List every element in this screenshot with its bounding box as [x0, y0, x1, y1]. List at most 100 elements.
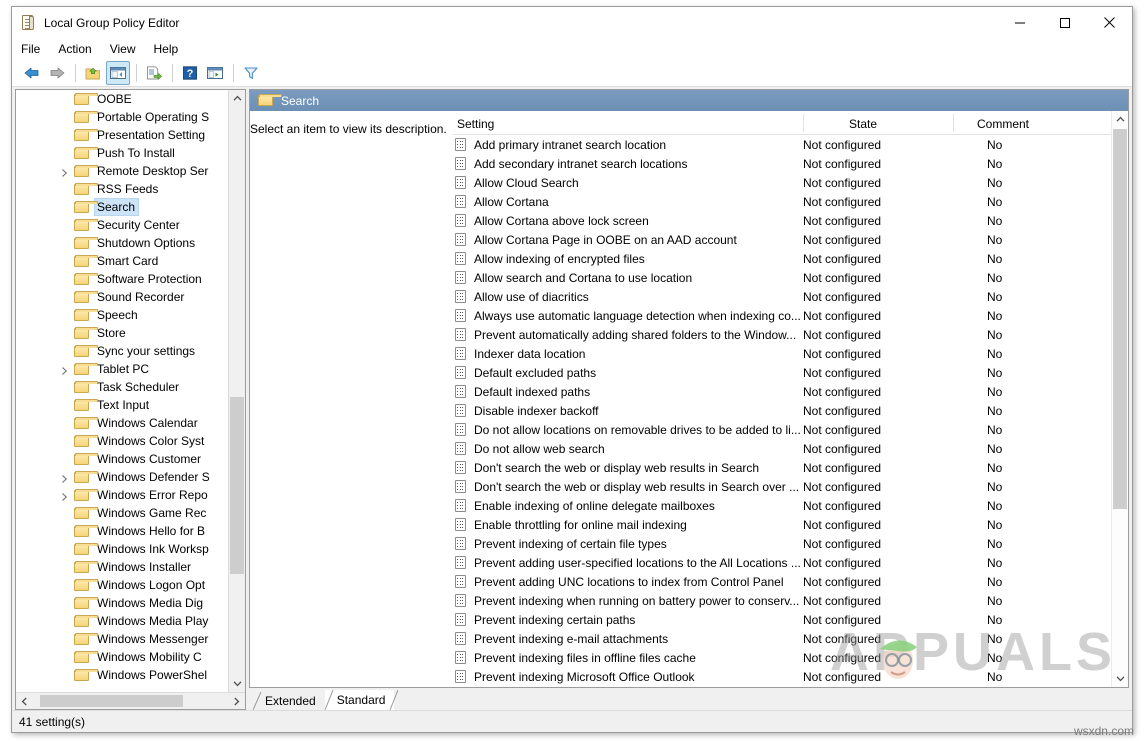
table-row[interactable]: Allow indexing of encrypted filesNot con…: [453, 249, 1128, 268]
tree-scroll-up-button[interactable]: [229, 90, 245, 107]
chevron-right-icon[interactable]: [60, 167, 69, 176]
table-row[interactable]: Don't search the web or display web resu…: [453, 458, 1128, 477]
settings-scrollbar-thumb[interactable]: [1113, 129, 1127, 509]
show-hide-tree-icon[interactable]: [106, 61, 130, 85]
export-list-icon[interactable]: [142, 61, 166, 85]
tree-scroll-right-button[interactable]: [228, 693, 245, 710]
tree-item[interactable]: Windows Media Play: [16, 612, 228, 630]
table-row[interactable]: Do not allow web searchNot configuredNo: [453, 439, 1128, 458]
tree-item[interactable]: Text Input: [16, 396, 228, 414]
tree-item[interactable]: Windows Color Syst: [16, 432, 228, 450]
tree-item[interactable]: Windows Logon Opt: [16, 576, 228, 594]
menu-item-view[interactable]: View: [110, 42, 146, 56]
tree-item[interactable]: Windows Media Dig: [16, 594, 228, 612]
tree-item[interactable]: Shutdown Options: [16, 234, 228, 252]
tree-hscrollbar-thumb[interactable]: [40, 695, 183, 707]
table-row[interactable]: Default excluded pathsNot configuredNo: [453, 363, 1128, 382]
forward-arrow-icon[interactable]: [45, 61, 69, 85]
tree-item[interactable]: Software Protection: [16, 270, 228, 288]
menu-item-file[interactable]: File: [21, 42, 50, 56]
table-row[interactable]: Default indexed pathsNot configuredNo: [453, 382, 1128, 401]
tree-item[interactable]: Sound Recorder: [16, 288, 228, 306]
table-row[interactable]: Allow search and Cortana to use location…: [453, 268, 1128, 287]
table-row[interactable]: Prevent indexing Microsoft Office Outloo…: [453, 667, 1128, 686]
column-header-comment[interactable]: Comment: [953, 117, 1073, 135]
cell-state: Not configured: [803, 461, 953, 475]
table-row[interactable]: Prevent indexing when running on battery…: [453, 591, 1128, 610]
tree-item[interactable]: OOBE: [16, 90, 228, 108]
tree-item[interactable]: Presentation Setting: [16, 126, 228, 144]
menu-item-help[interactable]: Help: [154, 42, 189, 56]
table-row[interactable]: Prevent indexing e-mail attachmentsNot c…: [453, 629, 1128, 648]
menu-item-action[interactable]: Action: [58, 42, 101, 56]
tree-item[interactable]: Tablet PC: [16, 360, 228, 378]
table-row[interactable]: Prevent indexing of certain file typesNo…: [453, 534, 1128, 553]
tree-item[interactable]: Windows Game Rec: [16, 504, 228, 522]
tree-item[interactable]: Windows Ink Worksp: [16, 540, 228, 558]
table-row[interactable]: Enable throttling for online mail indexi…: [453, 515, 1128, 534]
help-icon[interactable]: ?: [178, 61, 202, 85]
table-row[interactable]: Prevent automatically adding shared fold…: [453, 325, 1128, 344]
tree-item[interactable]: Windows Customer: [16, 450, 228, 468]
table-row[interactable]: Allow Cortana Page in OOBE on an AAD acc…: [453, 230, 1128, 249]
settings-scroll-up-button[interactable]: [1112, 111, 1128, 128]
settings-vertical-scrollbar[interactable]: [1111, 111, 1128, 687]
table-row[interactable]: Prevent adding UNC locations to index fr…: [453, 572, 1128, 591]
back-arrow-icon[interactable]: [20, 61, 44, 85]
tree-item[interactable]: RSS Feeds: [16, 180, 228, 198]
filter-icon[interactable]: [239, 61, 263, 85]
tree-item[interactable]: Search: [16, 198, 228, 216]
tree-item[interactable]: Store: [16, 324, 228, 342]
tree-item[interactable]: Speech: [16, 306, 228, 324]
table-row[interactable]: Prevent adding user-specified locations …: [453, 553, 1128, 572]
table-row[interactable]: Disable indexer backoffNot configuredNo: [453, 401, 1128, 420]
tree-item[interactable]: Task Scheduler: [16, 378, 228, 396]
chevron-right-icon[interactable]: [60, 491, 69, 500]
table-row[interactable]: Indexer data locationNot configuredNo: [453, 344, 1128, 363]
table-row[interactable]: Do not allow locations on removable driv…: [453, 420, 1128, 439]
tree-item[interactable]: Smart Card: [16, 252, 228, 270]
table-row[interactable]: Don't search the web or display web resu…: [453, 477, 1128, 496]
description-text: Select an item to view its description.: [250, 122, 447, 137]
tab-standard[interactable]: Standard: [325, 690, 395, 710]
table-row[interactable]: Always use automatic language detection …: [453, 306, 1128, 325]
table-row[interactable]: Enable indexing of online delegate mailb…: [453, 496, 1128, 515]
table-row[interactable]: Add secondary intranet search locationsN…: [453, 154, 1128, 173]
table-row[interactable]: Allow CortanaNot configuredNo: [453, 192, 1128, 211]
tree-item[interactable]: Windows Calendar: [16, 414, 228, 432]
tree-item[interactable]: Windows Mobility C: [16, 648, 228, 666]
tree-item[interactable]: Windows Installer: [16, 558, 228, 576]
chevron-right-icon[interactable]: [60, 365, 69, 374]
column-header-setting[interactable]: Setting: [453, 117, 803, 135]
tree-item[interactable]: Windows Defender S: [16, 468, 228, 486]
tree-item[interactable]: Windows Hello for B: [16, 522, 228, 540]
table-row[interactable]: Add primary intranet search locationNot …: [453, 135, 1128, 154]
settings-scroll-down-button[interactable]: [1112, 670, 1128, 687]
table-row[interactable]: Allow use of diacriticsNot configuredNo: [453, 287, 1128, 306]
column-header-state[interactable]: State: [803, 117, 953, 135]
table-row[interactable]: Prevent indexing files in offline files …: [453, 648, 1128, 667]
up-folder-icon[interactable]: [81, 61, 105, 85]
tree-item[interactable]: Portable Operating S: [16, 108, 228, 126]
tree-scroll-down-button[interactable]: [229, 675, 245, 692]
tree-item[interactable]: Remote Desktop Ser: [16, 162, 228, 180]
tree-item[interactable]: Push To Install: [16, 144, 228, 162]
table-row[interactable]: Prevent indexing certain pathsNot config…: [453, 610, 1128, 629]
tree-item[interactable]: Windows Messenger: [16, 630, 228, 648]
tab-extended[interactable]: Extended: [253, 692, 325, 710]
minimize-button[interactable]: [997, 7, 1042, 38]
table-row[interactable]: Allow Cortana above lock screenNot confi…: [453, 211, 1128, 230]
tree-item[interactable]: Security Center: [16, 216, 228, 234]
tree-scroll-left-button[interactable]: [16, 693, 33, 710]
tree-item[interactable]: Windows PowerShel: [16, 666, 228, 684]
properties-icon[interactable]: [203, 61, 227, 85]
tree-item[interactable]: Windows Error Repo: [16, 486, 228, 504]
tree-vertical-scrollbar[interactable]: [228, 90, 245, 692]
chevron-right-icon[interactable]: [60, 473, 69, 482]
table-row[interactable]: Allow Cloud SearchNot configuredNo: [453, 173, 1128, 192]
tree-scrollbar-thumb[interactable]: [230, 397, 244, 574]
close-button[interactable]: [1087, 7, 1132, 38]
tree-item[interactable]: Sync your settings: [16, 342, 228, 360]
maximize-button[interactable]: [1042, 7, 1087, 38]
tree-horizontal-scrollbar[interactable]: [16, 692, 245, 709]
